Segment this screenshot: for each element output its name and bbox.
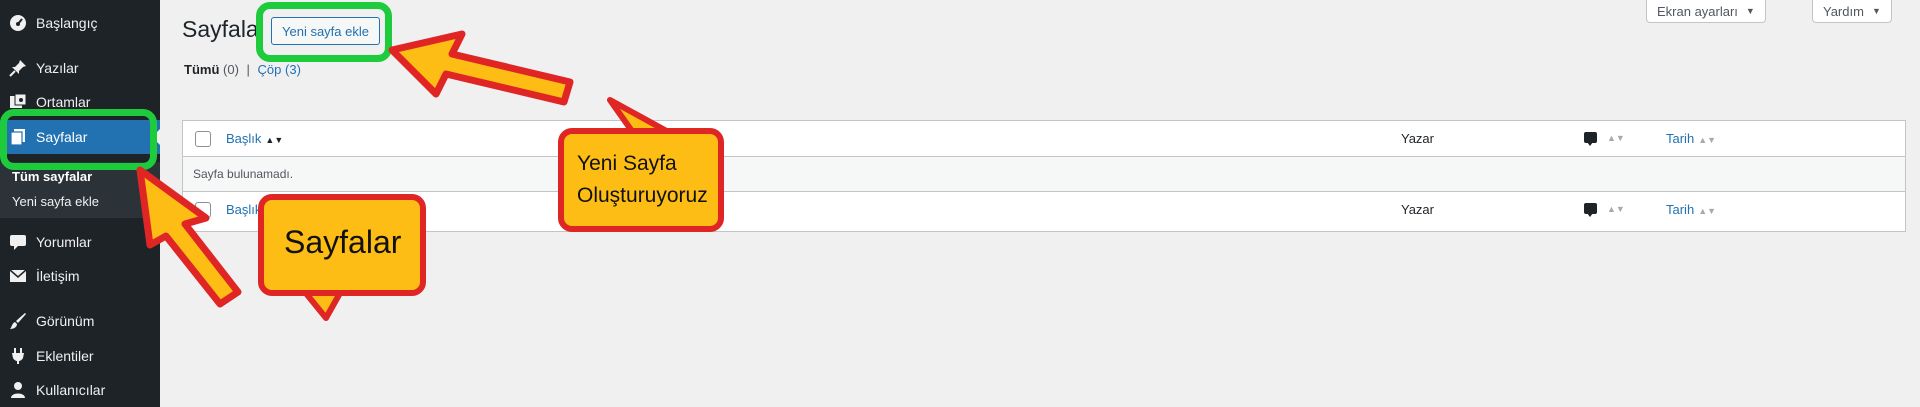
annotation-callout-new-page: Yeni Sayfa Oluşturuyoruz [558,128,724,232]
callout-pages-text: Sayfalar [284,224,402,260]
callout-line-1: Yeni Sayfa [577,152,677,175]
arrow-to-add-button [388,30,574,106]
arrow-to-pages-menu [136,166,242,308]
annotation-callout-pages: Sayfalar [258,194,426,296]
callout-line-2: Oluşturuyoruz [577,184,708,207]
